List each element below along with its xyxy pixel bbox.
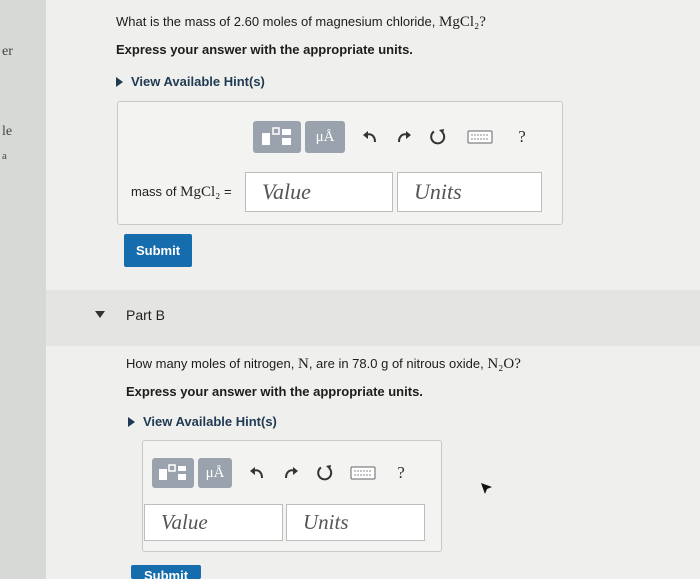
templates-icon: [262, 127, 291, 145]
part-a-units-input[interactable]: Units: [397, 172, 542, 212]
reset-icon[interactable]: [312, 460, 338, 486]
redo-icon[interactable]: [391, 124, 417, 150]
part-b-value-input[interactable]: Value: [144, 504, 283, 541]
question-mark: ?: [479, 14, 486, 30]
part-a-hint-link[interactable]: View Available Hint(s): [116, 74, 265, 89]
templates-button[interactable]: [152, 458, 194, 488]
undo-icon[interactable]: [244, 460, 270, 486]
mass-label: mass of MgCl₂ =: [131, 184, 232, 201]
reset-icon[interactable]: [425, 124, 451, 150]
part-a-value-input[interactable]: Value: [245, 172, 393, 212]
mass-label-formula: MgCl₂: [180, 184, 221, 200]
left-fragment: er: [2, 44, 13, 59]
help-button[interactable]: ?: [509, 124, 535, 150]
question-symbol: N: [297, 356, 309, 372]
left-panel-strip: er le a: [0, 0, 46, 579]
part-a-submit-button[interactable]: Submit: [124, 234, 192, 267]
part-b-units-input[interactable]: Units: [286, 504, 425, 541]
part-a-toolbar: μÅ ?: [253, 121, 535, 153]
question-text: , are in 78.0 g of nitrous oxide,: [308, 356, 484, 371]
hint-link-label: View Available Hint(s): [131, 74, 265, 89]
question-mark: ?: [514, 356, 521, 372]
left-fragment: le: [2, 124, 13, 139]
templates-icon: [159, 464, 186, 480]
left-fragment: a: [2, 150, 7, 162]
part-b-hint-link[interactable]: View Available Hint(s): [128, 414, 277, 429]
question-formula: MgCl₂: [439, 14, 480, 30]
redo-icon[interactable]: [278, 460, 304, 486]
question-formula: N₂O: [487, 356, 515, 372]
undo-icon[interactable]: [357, 124, 383, 150]
units-button[interactable]: μÅ: [198, 458, 232, 488]
part-a-instruction: Express your answer with the appropriate…: [116, 42, 413, 57]
expand-triangle-icon: [116, 77, 123, 87]
templates-button[interactable]: [253, 121, 301, 153]
question-text: What is the mass of 2.60 moles of magnes…: [116, 14, 436, 29]
help-button[interactable]: ?: [388, 460, 414, 486]
question-text: How many moles of nitrogen,: [126, 356, 295, 371]
part-a-question: What is the mass of 2.60 moles of magnes…: [116, 14, 486, 31]
expand-triangle-icon: [128, 417, 135, 427]
equals-sign: =: [224, 184, 232, 199]
part-b-question: How many moles of nitrogen, N, are in 78…: [126, 356, 521, 373]
part-b-submit-button[interactable]: Submit: [131, 565, 201, 579]
part-b-title: Part B: [126, 307, 165, 323]
part-b-toolbar: μÅ ?: [152, 458, 414, 488]
keyboard-icon[interactable]: [465, 124, 495, 150]
part-b-instruction: Express your answer with the appropriate…: [126, 384, 423, 399]
units-button[interactable]: μÅ: [305, 121, 345, 153]
hint-link-label: View Available Hint(s): [143, 414, 277, 429]
keyboard-icon[interactable]: [348, 460, 378, 486]
mass-label-prefix: mass of: [131, 184, 177, 199]
mouse-pointer-icon: [481, 483, 492, 494]
collapse-caret-icon[interactable]: [95, 311, 105, 318]
